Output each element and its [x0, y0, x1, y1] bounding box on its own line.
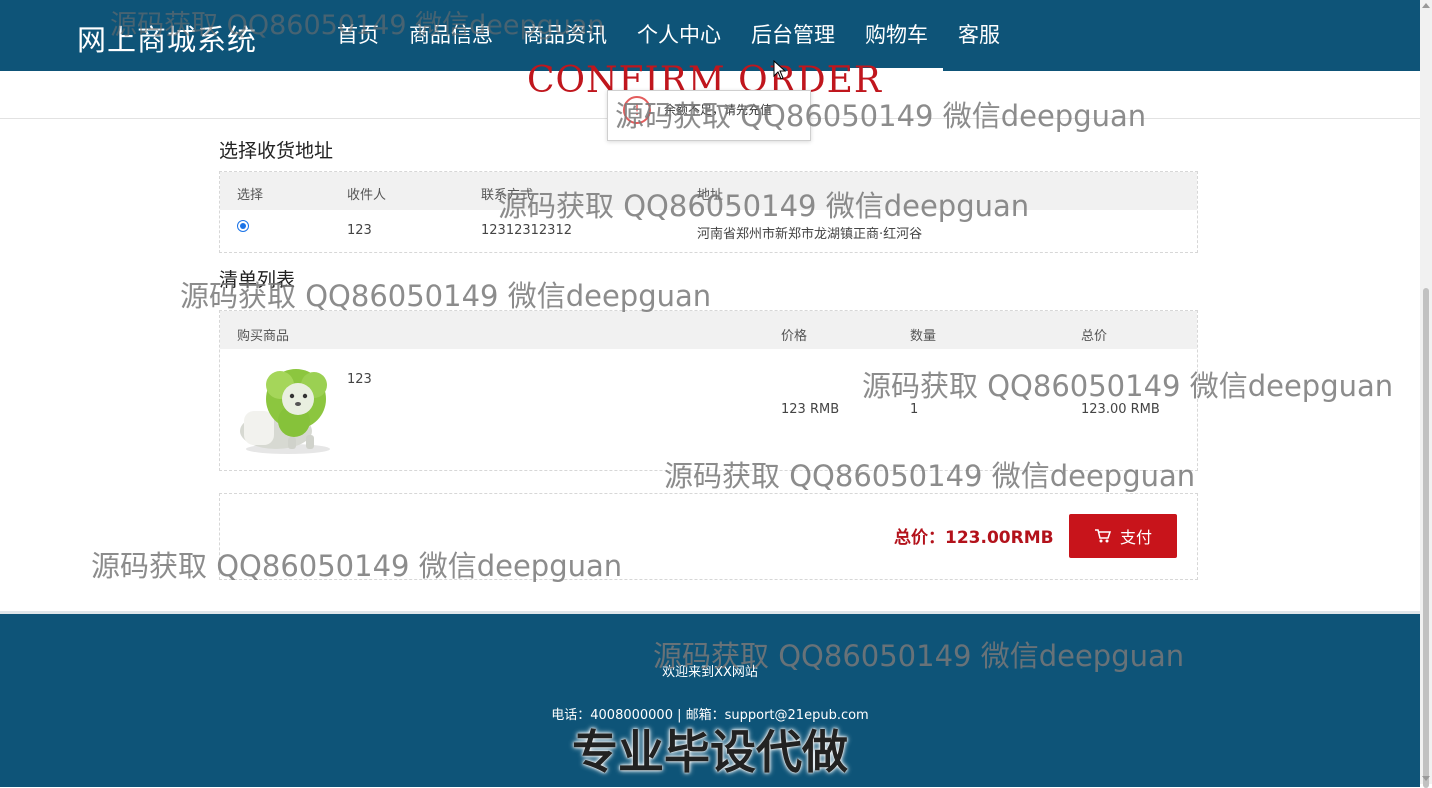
recipient-name: 123: [347, 223, 372, 238]
scroll-down-arrow-icon[interactable]: [1422, 776, 1430, 781]
product-total: 123.00 RMB: [1081, 402, 1160, 417]
address-table: 选择 收件人 联系方式 地址 123 12312312312 河南省郑州市新郑市…: [219, 171, 1198, 253]
footer-welcome: 欢迎来到XX网站: [662, 665, 758, 680]
scroll-up-arrow-icon[interactable]: [1422, 3, 1430, 8]
site-brand[interactable]: 网上商城系统: [77, 17, 257, 59]
recipient-address: 河南省郑州市新郑市龙湖镇正商·红河谷: [697, 227, 923, 242]
col-quantity: 数量: [910, 329, 937, 344]
footer: 欢迎来到XX网站 电话：4008000000 | 邮箱：support@21ep…: [0, 611, 1420, 787]
mouse-cursor-icon: [773, 60, 787, 80]
address-row[interactable]: 123 12312312312 河南省郑州市新郑市龙湖镇正商·红河谷: [220, 210, 1197, 250]
order-total: 总价：123.00RMB: [894, 528, 1054, 548]
page-scrollbar[interactable]: [1420, 0, 1432, 788]
warning-icon: !: [623, 96, 651, 124]
col-product: 购买商品: [237, 329, 290, 344]
order-section-title: 清单列表: [219, 269, 296, 291]
col-contact: 联系方式: [481, 188, 534, 203]
address-radio[interactable]: [237, 220, 249, 232]
alert-toast: ! 余额不足，请先充值: [607, 90, 811, 141]
footer-banner: 专业毕设代做: [572, 725, 848, 779]
address-section-title: 选择收货地址: [219, 140, 334, 162]
scroll-thumb[interactable]: [1423, 288, 1429, 788]
pay-button[interactable]: 支付: [1069, 514, 1177, 558]
order-item-row: 123 123 RMB 1 123.00 RMB: [220, 349, 1197, 467]
col-recipient: 收件人: [347, 188, 387, 203]
order-table: 购买商品 价格 数量 总价 123 123 RMB 1 123.00 RMB: [219, 310, 1198, 471]
product-qty: 1: [910, 402, 919, 417]
col-price: 价格: [781, 329, 808, 344]
pay-label: 支付: [1119, 528, 1152, 547]
col-select: 选择: [237, 188, 264, 203]
product-price: 123 RMB: [781, 402, 840, 417]
order-table-header: 购买商品 价格 数量 总价: [220, 311, 1197, 349]
nav-home[interactable]: 首页: [322, 0, 394, 71]
cart-icon: [1094, 529, 1112, 543]
col-address: 地址: [697, 188, 724, 203]
recipient-phone: 12312312312: [481, 223, 572, 238]
toast-message: 余额不足，请先充值: [664, 103, 773, 117]
address-table-header: 选择 收件人 联系方式 地址: [220, 172, 1197, 210]
col-total: 总价: [1081, 329, 1108, 344]
nav-service[interactable]: 客服: [943, 0, 1015, 71]
product-name[interactable]: 123: [347, 372, 372, 387]
nav-products[interactable]: 商品信息: [394, 0, 508, 71]
product-image[interactable]: [236, 359, 336, 455]
